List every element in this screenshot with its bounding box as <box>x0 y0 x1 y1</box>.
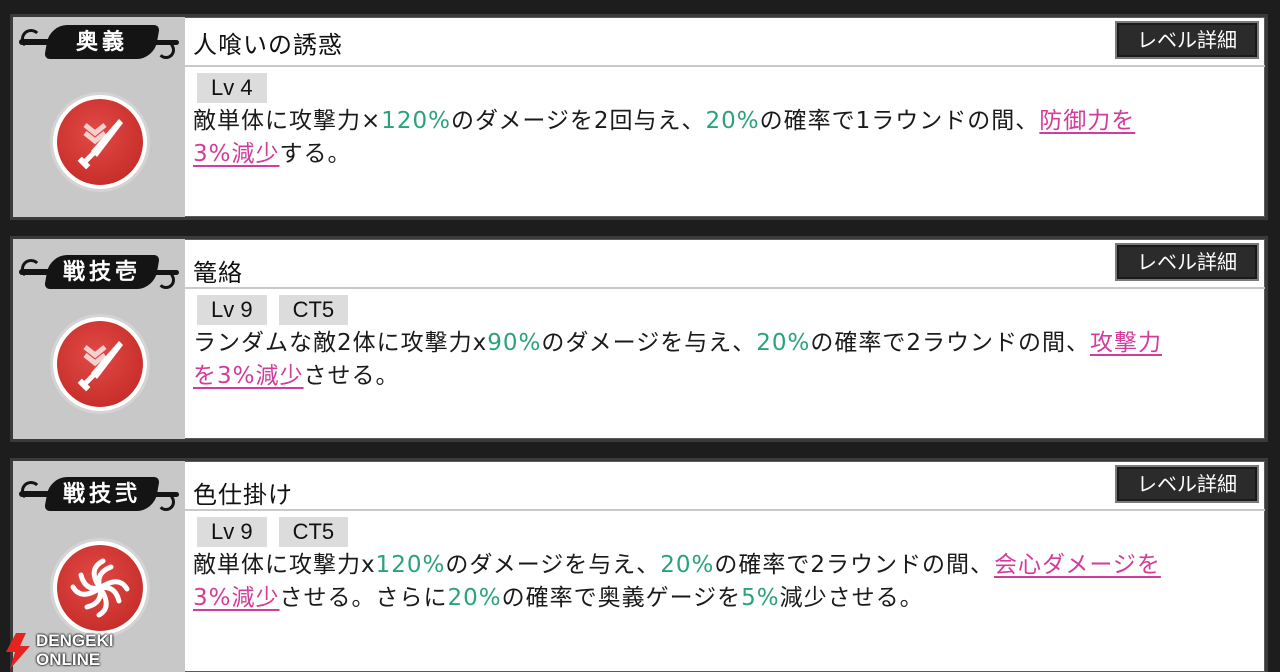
debuff-link[interactable]: を3%減少 <box>193 363 304 389</box>
debuff-link[interactable]: 3%減少 <box>193 585 280 611</box>
value-highlight: 90% <box>487 330 542 356</box>
value-highlight: 5% <box>741 585 780 611</box>
skill-type-label: 奥義 <box>75 29 128 55</box>
skill-title-row: 人喰いの誘惑 レベル詳細 <box>185 17 1265 67</box>
skill-type-label: 戦技弐 <box>62 481 141 507</box>
skill-name: 篭絡 <box>193 259 243 287</box>
level-tag: Lv 4 <box>197 73 267 103</box>
skill-description: ランダムな敵2体に攻撃力x90%のダメージを与え、20%の確率で2ラウンドの間、… <box>193 330 1162 389</box>
debuff-link[interactable]: 会心ダメージを <box>994 552 1161 578</box>
level-detail-button[interactable]: レベル詳細 <box>1115 21 1259 59</box>
lightning-bolt-icon <box>6 633 30 669</box>
skill-name: 色仕掛け <box>193 481 293 509</box>
skill-type-banner: 奥義 <box>19 25 179 59</box>
skill-tags: Lv 4 <box>197 73 267 103</box>
debuff-link[interactable]: 防御力を <box>1039 108 1135 134</box>
value-highlight: 20% <box>756 330 811 356</box>
cooldown-tag: CT5 <box>278 295 349 325</box>
value-highlight: 120% <box>375 552 446 578</box>
skill-tags: Lv 9 CT5 <box>197 517 349 547</box>
skill-type-banner: 戦技壱 <box>19 255 179 289</box>
sword-down-icon <box>53 317 147 411</box>
skill-tags: Lv 9 CT5 <box>197 295 349 325</box>
watermark-line1: DENGEKI <box>36 631 114 650</box>
debuff-link[interactable]: 3%減少 <box>193 141 280 167</box>
dengeki-online-watermark: DENGEKI ONLINE <box>0 630 140 672</box>
skill-type-banner: 戦技弐 <box>19 477 179 511</box>
level-detail-button[interactable]: レベル詳細 <box>1115 465 1259 503</box>
cooldown-tag: CT5 <box>278 517 349 547</box>
value-highlight: 20% <box>705 108 760 134</box>
skill-title-row: 篭絡 レベル詳細 <box>185 239 1265 289</box>
skill-description: 敵単体に攻撃力×120%のダメージを2回与え、20%の確率で1ラウンドの間、防御… <box>193 108 1136 167</box>
skill-card-sengi-1: 戦技壱 篭絡 レベル詳細 Lv 9 CT5 ランダムな敵2体に攻撃力x90%のダ… <box>10 236 1268 442</box>
skill-card-left-column: 戦技壱 <box>13 239 185 439</box>
value-highlight: 20% <box>447 585 502 611</box>
skill-type-label: 戦技壱 <box>62 259 141 285</box>
skill-title-row: 色仕掛け レベル詳細 <box>185 461 1265 511</box>
watermark-line2: ONLINE <box>36 650 101 669</box>
skill-name: 人喰いの誘惑 <box>193 31 343 59</box>
swirl-icon <box>53 541 147 635</box>
value-highlight: 20% <box>660 552 715 578</box>
skill-card-left-column: 奥義 <box>13 17 185 217</box>
skill-card-sengi-2: 戦技弐 色仕掛け レベル詳細 Lv 9 CT5 敵単体に攻撃力x120%のダメー… <box>10 458 1268 672</box>
skill-description: 敵単体に攻撃力x120%のダメージを与え、20%の確率で2ラウンドの間、会心ダメ… <box>193 552 1161 611</box>
skill-card-ougi: 奥義 人喰いの誘惑 レベル詳細 Lv 4 敵単体に攻撃力×120%のダメージを2… <box>10 14 1268 220</box>
level-detail-button[interactable]: レベル詳細 <box>1115 243 1259 281</box>
level-tag: Lv 9 <box>197 517 267 547</box>
debuff-link[interactable]: 攻撃力 <box>1090 330 1162 356</box>
value-highlight: 120% <box>381 108 452 134</box>
sword-down-icon <box>53 95 147 189</box>
level-tag: Lv 9 <box>197 295 267 325</box>
